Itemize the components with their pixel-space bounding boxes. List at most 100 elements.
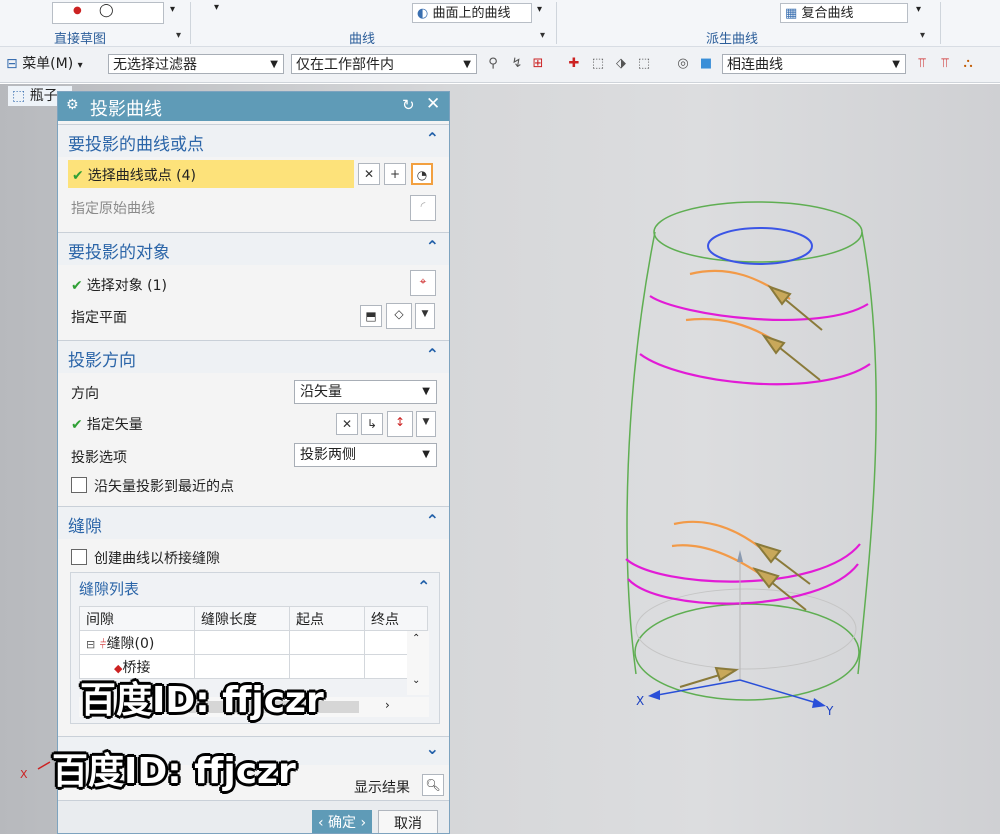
- chevron-down-icon[interactable]: ▼: [416, 411, 436, 437]
- solid-icon[interactable]: ■: [698, 56, 714, 72]
- select-curve-row[interactable]: ✔ 选择曲线或点 (4): [68, 160, 354, 188]
- projection-option-label: 投影选项: [71, 450, 127, 466]
- specify-vector-label: 指定矢量: [86, 417, 143, 433]
- section-curves-header[interactable]: 要投影的曲线或点 ⌃: [58, 124, 449, 157]
- dialog-footer: ‹ 确定 › 取消: [58, 800, 449, 833]
- curve-rule-select[interactable]: 相连曲线 ▼: [722, 54, 906, 74]
- composite-curve-label: 复合曲线: [801, 6, 854, 21]
- chevron-down-icon: ▼: [422, 449, 430, 460]
- direction-label: 方向: [71, 386, 99, 402]
- ribbon-dropdown-icon[interactable]: ▾: [170, 4, 175, 15]
- menu-icon: ⊟: [6, 56, 18, 72]
- select-icon[interactable]: ✚: [566, 56, 582, 72]
- ribbon-dropdown-icon[interactable]: ▾: [537, 4, 542, 15]
- collapse-up-icon[interactable]: ⌃: [426, 237, 439, 256]
- select-icon[interactable]: ⬗: [613, 56, 629, 72]
- select-icon[interactable]: ⬚: [590, 56, 606, 72]
- scope-select[interactable]: 仅在工作部件内 ▼: [291, 54, 477, 74]
- x-axis-arrow: [648, 690, 660, 700]
- curve-on-surface-button[interactable]: ◐ 曲面上的曲线: [412, 3, 532, 23]
- table-header-cell[interactable]: 终点: [364, 606, 428, 631]
- curve-rule-icon[interactable]: ⫪: [937, 56, 953, 72]
- projection-option-value: 投影两侧: [300, 447, 356, 463]
- close-icon[interactable]: ✕: [426, 94, 440, 114]
- collapse-up-icon[interactable]: ⌃: [417, 577, 430, 596]
- reset-icon[interactable]: ↻: [402, 96, 415, 114]
- snap-icon[interactable]: ⚲: [485, 56, 501, 72]
- plane-dialog-icon[interactable]: ⬒: [360, 305, 382, 327]
- check-icon: ✔: [72, 168, 84, 184]
- curve-select-icon[interactable]: ◔: [411, 163, 433, 185]
- search-icon[interactable]: 🔍︎: [422, 774, 444, 796]
- table-header-cell[interactable]: 缝隙长度: [194, 606, 290, 631]
- cancel-button[interactable]: 取消: [378, 810, 438, 833]
- point-snap-icon[interactable]: ⊞: [530, 56, 546, 72]
- bottle-neck-circle: [707, 227, 813, 265]
- snap-icon[interactable]: ↯: [509, 56, 525, 72]
- ok-chevron-icon: ›: [356, 815, 367, 831]
- check-icon: ✔: [71, 417, 83, 433]
- composite-curve-button[interactable]: ▦ 复合曲线: [780, 3, 908, 23]
- projected-curve: [627, 563, 859, 605]
- table-row[interactable]: ⊟ ⫩缝隙(0): [79, 630, 428, 655]
- section-direction-header[interactable]: 投影方向 ⌃: [58, 340, 449, 373]
- tree-collapse-icon[interactable]: ⊟: [86, 638, 95, 651]
- view-icon[interactable]: ◎: [675, 56, 691, 72]
- ribbon-dropdown-icon[interactable]: ▾: [916, 4, 921, 15]
- projection-option-select[interactable]: 投影两侧 ▼: [294, 443, 437, 467]
- type-filter-value: 无选择过滤器: [113, 57, 197, 73]
- collapse-up-icon[interactable]: ⌃: [426, 345, 439, 364]
- scroll-up-icon[interactable]: ⌃: [412, 633, 420, 644]
- direction-select[interactable]: 沿矢量 ▼: [294, 380, 437, 404]
- chevron-down-icon: ▼: [422, 386, 430, 397]
- section-gap-title: 缝隙: [68, 517, 102, 537]
- ok-label: 确定: [328, 815, 356, 831]
- circle-icon: ◯: [99, 3, 114, 18]
- point-dialog-icon[interactable]: +: [384, 163, 406, 185]
- expand-down-icon[interactable]: ⌄: [426, 739, 439, 758]
- scroll-down-icon[interactable]: ⌄: [412, 675, 420, 686]
- chevron-down-icon[interactable]: ▼: [415, 303, 435, 329]
- collapse-up-icon[interactable]: ⌃: [426, 511, 439, 530]
- section-gap-header[interactable]: 缝隙 ⌃: [58, 506, 449, 539]
- specify-original-label: 指定原始曲线: [71, 201, 155, 217]
- ribbon-group-more-icon[interactable]: ▾: [176, 30, 181, 41]
- menu-dropdown-icon: ▾: [77, 60, 83, 71]
- scroll-right-icon[interactable]: ›: [385, 698, 390, 712]
- vertical-scrollbar[interactable]: ⌃ ⌄: [407, 631, 429, 695]
- sketch-tools-box[interactable]: ● ◯: [52, 2, 164, 24]
- menu-button[interactable]: ⊟ 菜单(M) ▾: [6, 53, 83, 75]
- ribbon-dropdown-icon[interactable]: ▾: [214, 2, 219, 13]
- table-header-cell[interactable]: 起点: [289, 606, 365, 631]
- vector-icon[interactable]: ↕: [387, 411, 413, 437]
- crosshair-icon[interactable]: ⌖: [410, 270, 436, 296]
- ok-button[interactable]: ‹ 确定 ›: [312, 810, 372, 833]
- ok-chevron-icon: ‹: [317, 815, 328, 831]
- ribbon-separator: [556, 2, 557, 44]
- tree-icon[interactable]: ⛬: [960, 56, 976, 72]
- ribbon-group-derived-curve: 派生曲线: [706, 32, 759, 47]
- original-curve-icon[interactable]: ◜: [410, 195, 436, 221]
- collapse-up-icon[interactable]: ⌃: [426, 129, 439, 148]
- view-triad: [37, 761, 51, 770]
- gap-list-title: 缝隙列表: [79, 580, 140, 598]
- ribbon-group-more-icon[interactable]: ▾: [920, 30, 925, 41]
- dialog-title-bar[interactable]: ⚙ 投影曲线 ↻ ✕: [58, 92, 449, 121]
- bridge-gap-checkbox[interactable]: [71, 549, 87, 565]
- nearest-point-checkbox[interactable]: [71, 477, 87, 493]
- plane-icon[interactable]: ◇: [386, 303, 412, 329]
- inferred-vector-icon[interactable]: ✕: [336, 413, 358, 435]
- gap-tree-node[interactable]: ⊟ ⫩缝隙(0): [79, 630, 195, 655]
- section-direction-title: 投影方向: [68, 351, 136, 371]
- curve-rule-icon[interactable]: ✕: [358, 163, 380, 185]
- type-filter-select[interactable]: 无选择过滤器 ▼: [108, 54, 284, 74]
- box-select-icon[interactable]: ⬚: [636, 56, 652, 72]
- gap-icon: ⫩: [99, 636, 107, 651]
- table-header-cell[interactable]: 间隙: [79, 606, 195, 631]
- bottle-bottom-hidden: [635, 588, 857, 670]
- vector-dialog-icon[interactable]: ↳: [361, 413, 383, 435]
- gear-icon[interactable]: ⚙: [66, 97, 79, 113]
- ribbon-group-more-icon[interactable]: ▾: [540, 30, 545, 41]
- section-objects-header[interactable]: 要投影的对象 ⌃: [58, 232, 449, 265]
- curve-rule-icon[interactable]: ⫪: [914, 56, 930, 72]
